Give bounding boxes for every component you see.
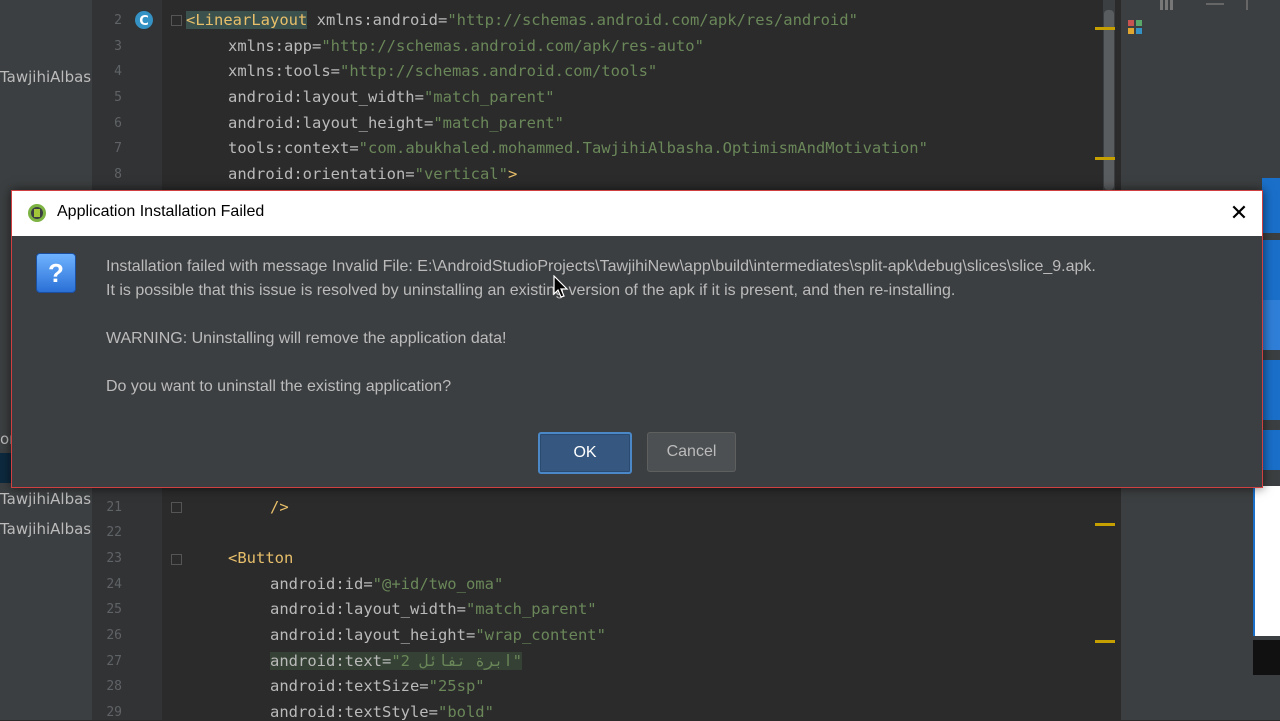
- side-tab[interactable]: [1262, 178, 1280, 233]
- code-attr: xmlns:app=: [228, 37, 322, 55]
- code-value: "25sp": [428, 677, 485, 695]
- scrollbar-thumb[interactable]: [1104, 10, 1114, 190]
- code-line[interactable]: android:id="@+id/two_oma": [270, 575, 503, 593]
- error-message-line: Installation failed with message Invalid…: [106, 258, 1096, 275]
- error-message-line: It is possible that this issue is resolv…: [106, 282, 956, 299]
- code-attr: android:layout_width=: [228, 88, 424, 106]
- warning-marker[interactable]: [1095, 640, 1115, 643]
- code-attr: android:layout_height=: [228, 114, 434, 132]
- line-number: 5: [114, 90, 122, 105]
- code-value: "bold": [437, 703, 494, 721]
- line-number: 26: [106, 628, 122, 643]
- side-tab[interactable]: [1262, 240, 1280, 300]
- code-attr: xmlns:tools=: [228, 62, 340, 80]
- installation-failed-dialog: Application Installation Failed ✕ ? Inst…: [11, 190, 1263, 488]
- code-value: "com.abukhaled.mohammed.TawjihiAlbasha.O…: [358, 139, 928, 157]
- side-tab[interactable]: [1262, 300, 1280, 350]
- warning-marker[interactable]: [1095, 157, 1115, 160]
- warning-text: WARNING: Uninstalling will remove the ap…: [106, 330, 507, 347]
- fold-marker-icon[interactable]: [171, 502, 182, 513]
- code-tag: <LinearLayout: [186, 11, 308, 29]
- project-tree-item[interactable]: TawjihiAlbas: [0, 490, 91, 508]
- line-number: 3: [114, 39, 122, 54]
- line-number: 28: [106, 679, 122, 694]
- code-value: "match_parent": [465, 600, 597, 618]
- cancel-button[interactable]: Cancel: [647, 432, 736, 472]
- code-value: "wrap_content": [475, 626, 606, 644]
- code-line[interactable]: xmlns:app="http://schemas.android.com/ap…: [228, 37, 704, 55]
- side-tab[interactable]: [1262, 360, 1280, 420]
- warning-marker[interactable]: [1095, 27, 1115, 30]
- line-number: 8: [114, 167, 122, 182]
- android-studio-icon: [28, 204, 46, 222]
- code-attr: android:text=: [270, 652, 392, 670]
- code-attr: xmlns:android=: [307, 11, 448, 29]
- code-line[interactable]: android:layout_width="match_parent": [228, 88, 555, 106]
- code-line[interactable]: android:layout_width="match_parent": [270, 600, 597, 618]
- code-line[interactable]: android:text="2 ابرة تفائل": [270, 652, 522, 670]
- fold-marker-icon[interactable]: [171, 554, 182, 565]
- code-attr: android:id=: [270, 575, 373, 593]
- line-number: 24: [106, 577, 122, 592]
- line-number: 2: [114, 13, 122, 28]
- code-value: "@+id/two_oma": [372, 575, 504, 593]
- code-line[interactable]: android:orientation="vertical">: [228, 165, 517, 183]
- side-panel-edge: [1253, 640, 1280, 675]
- class-icon[interactable]: C: [133, 9, 155, 31]
- code-attr: android:layout_height=: [270, 626, 476, 644]
- code-value: "match_parent": [423, 88, 555, 106]
- line-number: 29: [106, 705, 122, 720]
- code-value: "match_parent": [433, 114, 564, 132]
- code-line[interactable]: android:textSize="25sp": [270, 677, 485, 695]
- code-attr: android:textStyle=: [270, 703, 438, 721]
- code-tag: />: [270, 498, 289, 516]
- code-attr: android:textSize=: [270, 677, 429, 695]
- project-tree-item[interactable]: TawjihiAlbas: [0, 68, 91, 86]
- code-attr: tools:context=: [228, 139, 359, 157]
- project-tree-item[interactable]: TawjihiAlbas: [0, 520, 91, 538]
- line-number: 4: [114, 64, 122, 79]
- code-attr: android:orientation=: [228, 165, 415, 183]
- code-value: "vertical": [414, 165, 508, 183]
- svg-text:C: C: [139, 14, 149, 29]
- line-number: 25: [106, 602, 122, 617]
- toolbar-icons: [1160, 0, 1248, 10]
- side-tab[interactable]: [1262, 430, 1280, 470]
- code-tag: >: [507, 165, 518, 183]
- line-number: 21: [106, 500, 122, 515]
- code-value: "http://schemas.android.com/apk/res-auto…: [321, 37, 704, 55]
- dialog-titlebar[interactable]: Application Installation Failed ✕: [12, 191, 1262, 236]
- line-number: 23: [106, 551, 122, 566]
- code-line[interactable]: android:layout_height="wrap_content": [270, 626, 606, 644]
- warning-marker[interactable]: [1095, 523, 1115, 526]
- dialog-title: Application Installation Failed: [57, 203, 265, 220]
- question-icon-glyph: ?: [48, 257, 64, 288]
- close-button[interactable]: ✕: [1216, 191, 1262, 236]
- code-line[interactable]: <LinearLayout xmlns:android="http://sche…: [186, 11, 858, 29]
- code-tag: <Button: [228, 549, 294, 567]
- code-line[interactable]: android:layout_height="match_parent": [228, 114, 564, 132]
- question-text: Do you want to uninstall the existing ap…: [106, 378, 452, 395]
- fold-marker-icon[interactable]: [171, 15, 182, 26]
- ok-button[interactable]: OK: [538, 432, 632, 474]
- line-number: 22: [106, 525, 122, 540]
- mouse-cursor-icon: [553, 275, 569, 298]
- code-attr: android:layout_width=: [270, 600, 466, 618]
- code-line[interactable]: android:textStyle="bold": [270, 703, 494, 721]
- line-number: 27: [106, 654, 122, 669]
- code-line[interactable]: <Button: [228, 549, 293, 567]
- line-number: 6: [114, 116, 122, 131]
- code-line[interactable]: />: [270, 498, 289, 516]
- close-icon: ✕: [1229, 201, 1249, 226]
- line-number: 7: [114, 141, 122, 156]
- code-value: "http://schemas.android.com/apk/res/andr…: [447, 11, 858, 29]
- code-line[interactable]: tools:context="com.abukhaled.mohammed.Ta…: [228, 139, 928, 157]
- side-panel-edge: [1253, 486, 1280, 636]
- question-icon: ?: [36, 253, 76, 293]
- code-value: "http://schemas.android.com/tools": [339, 62, 658, 80]
- code-line[interactable]: xmlns:tools="http://schemas.android.com/…: [228, 62, 657, 80]
- palette-icon[interactable]: [1126, 16, 1144, 38]
- code-value: "2 ابرة تفائل": [391, 652, 522, 670]
